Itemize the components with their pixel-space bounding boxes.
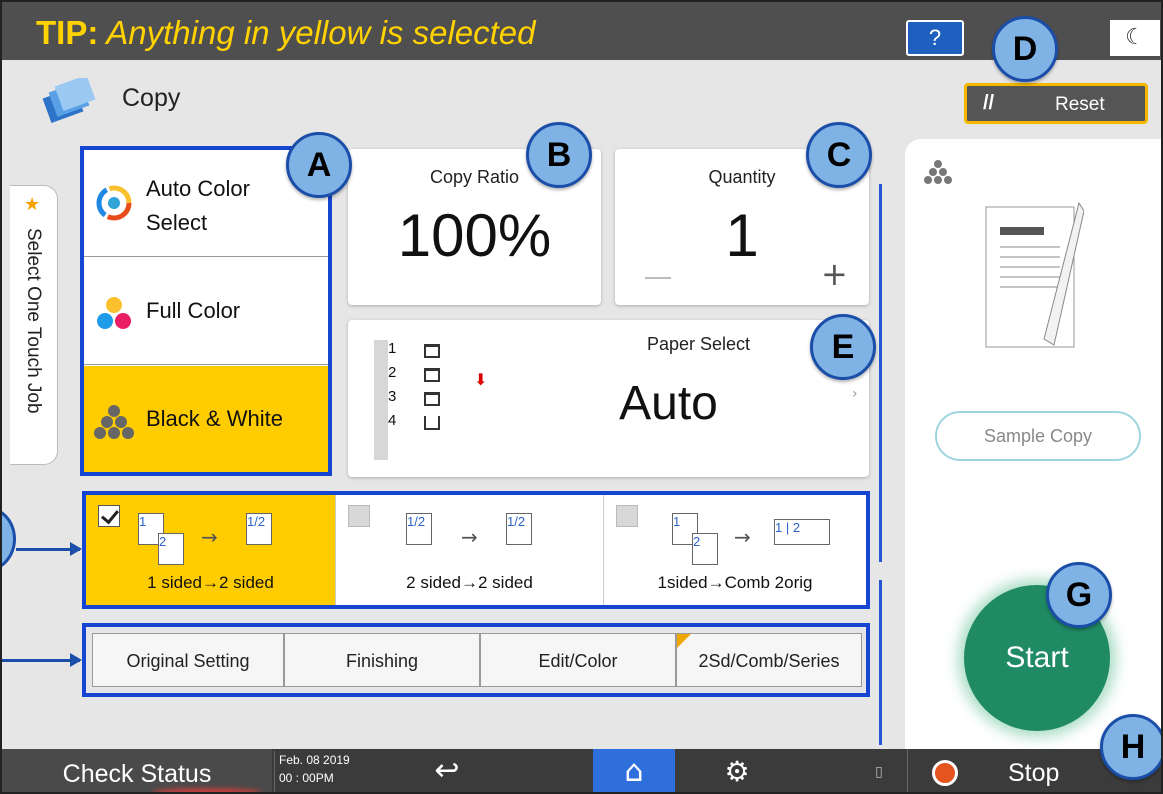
callout-e: E — [810, 314, 876, 380]
copy-ratio-value: 100% — [397, 202, 552, 269]
tray-empty-icon — [424, 416, 440, 430]
arrow-right-icon: → — [201, 525, 218, 549]
tip-bar: TIP: Anything in yellow is selected ? ☾ — [2, 2, 1161, 60]
black-white-icon — [94, 405, 134, 439]
duplex-options: 1 2 → 1/2 1 sided→2 sided 1/2 → 1/2 2 si… — [82, 491, 870, 609]
checkbox-unchecked — [348, 505, 370, 527]
tab-original-setting[interactable]: Original Setting — [92, 633, 284, 687]
help-button[interactable]: ? — [906, 20, 964, 56]
reset-icon: // — [983, 92, 995, 114]
scrollbar-lower — [879, 580, 882, 745]
color-option-black-white[interactable]: Black & White — [84, 366, 328, 472]
stop-icon — [932, 760, 958, 786]
callout-pointer — [2, 653, 82, 667]
tip-text: TIP: Anything in yellow is selected — [36, 14, 536, 51]
callout-pointer — [16, 542, 82, 556]
color-option-full-label: Full Color — [146, 298, 241, 323]
callout-a: A — [286, 132, 352, 198]
reset-label: Reset — [1055, 94, 1105, 115]
tab-2sd-comb-series-label: 2Sd/Comb/Series — [698, 651, 840, 671]
tab-finishing[interactable]: Finishing — [284, 633, 480, 687]
duplex-option-1to2[interactable]: 1 2 → 1/2 1 sided→2 sided — [86, 495, 336, 605]
checkbox-checked — [98, 505, 120, 527]
tray-icon — [424, 344, 440, 358]
full-color-icon — [97, 297, 131, 329]
sample-copy-button[interactable]: Sample Copy — [935, 411, 1141, 461]
reset-button[interactable]: // Reset — [964, 83, 1148, 124]
one-touch-job-label: Select One Touch Job — [23, 228, 44, 414]
duplex-option-label: 1sided→Comb 2orig — [657, 573, 813, 592]
system-bar: Check Status Feb. 08 2019 00 : 00PM ↩ ⌂ … — [2, 749, 1161, 792]
tab-edit-color[interactable]: Edit/Color — [480, 633, 676, 687]
duplex-page-icon: 1/2 — [406, 513, 432, 545]
paper-tray-list: 1 2 3 4 — [374, 340, 469, 460]
page-two-icon: 2 — [158, 533, 184, 565]
callout-partial — [2, 506, 16, 572]
duplex-page-icon: 1/2 — [506, 513, 532, 545]
arrow-right-icon: → — [461, 525, 478, 549]
paper-feed-icon: ⬇ — [474, 370, 488, 389]
tray-icon — [424, 368, 440, 382]
moon-icon[interactable]: ☾ — [1110, 20, 1160, 56]
copy-app-icon — [42, 78, 96, 124]
star-clock-icon: ★ — [24, 194, 41, 215]
callout-h: H — [1100, 714, 1161, 780]
callout-g: G — [1046, 562, 1112, 628]
duplex-option-label: 1 sided→2 sided — [147, 573, 274, 592]
status-indicator — [152, 789, 262, 792]
black-white-mode-icon — [924, 160, 952, 184]
auto-color-icon — [96, 185, 132, 221]
color-option-full[interactable]: Full Color — [84, 258, 328, 365]
scrollbar[interactable] — [879, 184, 882, 562]
callout-c: C — [806, 122, 872, 188]
callout-d: D — [992, 16, 1058, 82]
tab-2sd-comb-series[interactable]: 2Sd/Comb/Series — [676, 633, 862, 687]
function-tabs: Original Setting Finishing Edit/Color 2S… — [82, 623, 870, 697]
color-option-auto-line2: Select — [146, 210, 208, 235]
date-label: Feb. 08 2019 — [279, 753, 350, 767]
callout-b: B — [526, 122, 592, 188]
color-mode-panel: Auto Color Select Full Color Black & Whi… — [80, 146, 332, 476]
copy-screen: TIP: Anything in yellow is selected ? ☾ … — [0, 0, 1163, 794]
check-status-button[interactable]: Check Status — [2, 749, 272, 792]
quantity-plus-button[interactable]: + — [821, 258, 848, 290]
arrow-right-icon: → — [734, 525, 751, 549]
tray-icon — [424, 392, 440, 406]
color-option-auto-line1: Auto Color — [146, 176, 250, 201]
home-icon[interactable]: ⌂ — [593, 749, 675, 792]
storage-icon: ▯ — [875, 764, 883, 780]
modified-indicator — [677, 634, 691, 648]
duplex-option-label: 2 sided→2 sided — [406, 573, 533, 592]
duplex-option-combine[interactable]: 1 2 → 1 | 2 1sided→Comb 2orig — [604, 495, 866, 605]
page-title: Copy — [122, 84, 181, 112]
color-option-black-white-label: Black & White — [146, 406, 283, 431]
combined-page-icon: 1 | 2 — [774, 519, 830, 545]
tray-row: 3 — [374, 388, 469, 414]
chevron-right-icon: › — [852, 386, 858, 402]
duplex-option-2to2[interactable]: 1/2 → 1/2 2 sided→2 sided — [336, 495, 604, 605]
one-touch-job-tab[interactable]: ★ Select One Touch Job — [10, 185, 58, 465]
tray-row: 4 — [374, 412, 469, 438]
checkbox-unchecked — [616, 505, 638, 527]
tray-row: 1 — [374, 340, 469, 366]
stop-label: Stop — [1008, 759, 1060, 787]
back-icon[interactable]: ↩ — [402, 749, 492, 792]
time-label: 00 : 00PM — [279, 771, 334, 785]
date-time: Feb. 08 2019 00 : 00PM — [274, 751, 384, 792]
duplex-preview-icon — [985, 201, 1084, 348]
quantity-minus-button[interactable] — [645, 277, 671, 279]
tray-row: 2 — [374, 364, 469, 390]
duplex-page-icon: 1/2 — [246, 513, 272, 545]
gear-icon[interactable]: ⚙ — [702, 749, 772, 792]
page-two-icon: 2 — [692, 533, 718, 565]
check-status-label: Check Status — [62, 760, 212, 788]
